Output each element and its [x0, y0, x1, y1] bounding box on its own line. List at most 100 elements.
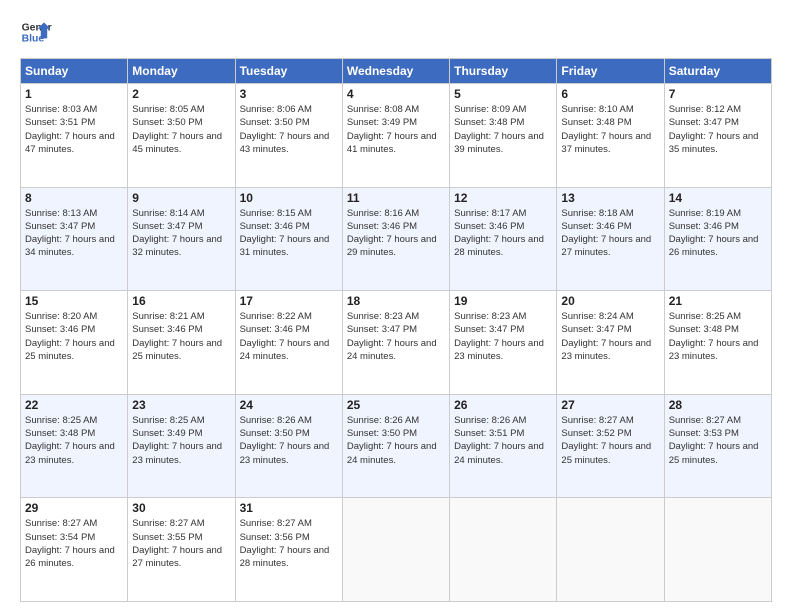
- day-header-sunday: Sunday: [21, 59, 128, 84]
- day-info: Sunrise: 8:08 AMSunset: 3:49 PMDaylight:…: [347, 104, 437, 155]
- calendar-cell: 9 Sunrise: 8:14 AMSunset: 3:47 PMDayligh…: [128, 187, 235, 291]
- day-info: Sunrise: 8:15 AMSunset: 3:46 PMDaylight:…: [240, 208, 330, 259]
- day-info: Sunrise: 8:27 AMSunset: 3:54 PMDaylight:…: [25, 518, 115, 569]
- day-number: 27: [561, 398, 659, 412]
- day-number: 29: [25, 501, 123, 515]
- day-number: 30: [132, 501, 230, 515]
- day-header-thursday: Thursday: [450, 59, 557, 84]
- calendar-cell: 18 Sunrise: 8:23 AMSunset: 3:47 PMDaylig…: [342, 291, 449, 395]
- day-info: Sunrise: 8:03 AMSunset: 3:51 PMDaylight:…: [25, 104, 115, 155]
- day-info: Sunrise: 8:25 AMSunset: 3:48 PMDaylight:…: [25, 415, 115, 466]
- day-number: 14: [669, 191, 767, 205]
- calendar-body: 1 Sunrise: 8:03 AMSunset: 3:51 PMDayligh…: [21, 84, 772, 602]
- week-row-4: 22 Sunrise: 8:25 AMSunset: 3:48 PMDaylig…: [21, 394, 772, 498]
- day-number: 7: [669, 87, 767, 101]
- calendar-cell: [342, 498, 449, 602]
- day-info: Sunrise: 8:26 AMSunset: 3:50 PMDaylight:…: [347, 415, 437, 466]
- day-info: Sunrise: 8:25 AMSunset: 3:48 PMDaylight:…: [669, 311, 759, 362]
- day-number: 24: [240, 398, 338, 412]
- day-info: Sunrise: 8:27 AMSunset: 3:52 PMDaylight:…: [561, 415, 651, 466]
- calendar-cell: 29 Sunrise: 8:27 AMSunset: 3:54 PMDaylig…: [21, 498, 128, 602]
- day-header-saturday: Saturday: [664, 59, 771, 84]
- day-info: Sunrise: 8:27 AMSunset: 3:53 PMDaylight:…: [669, 415, 759, 466]
- day-header-tuesday: Tuesday: [235, 59, 342, 84]
- day-info: Sunrise: 8:18 AMSunset: 3:46 PMDaylight:…: [561, 208, 651, 259]
- calendar-cell: 14 Sunrise: 8:19 AMSunset: 3:46 PMDaylig…: [664, 187, 771, 291]
- day-info: Sunrise: 8:17 AMSunset: 3:46 PMDaylight:…: [454, 208, 544, 259]
- logo-icon: General Blue: [20, 16, 52, 48]
- calendar-cell: 12 Sunrise: 8:17 AMSunset: 3:46 PMDaylig…: [450, 187, 557, 291]
- day-number: 17: [240, 294, 338, 308]
- calendar-cell: 25 Sunrise: 8:26 AMSunset: 3:50 PMDaylig…: [342, 394, 449, 498]
- calendar-cell: 24 Sunrise: 8:26 AMSunset: 3:50 PMDaylig…: [235, 394, 342, 498]
- day-header-monday: Monday: [128, 59, 235, 84]
- calendar-cell: 15 Sunrise: 8:20 AMSunset: 3:46 PMDaylig…: [21, 291, 128, 395]
- day-info: Sunrise: 8:16 AMSunset: 3:46 PMDaylight:…: [347, 208, 437, 259]
- day-info: Sunrise: 8:14 AMSunset: 3:47 PMDaylight:…: [132, 208, 222, 259]
- day-number: 26: [454, 398, 552, 412]
- calendar-cell: 16 Sunrise: 8:21 AMSunset: 3:46 PMDaylig…: [128, 291, 235, 395]
- day-number: 21: [669, 294, 767, 308]
- calendar-cell: 21 Sunrise: 8:25 AMSunset: 3:48 PMDaylig…: [664, 291, 771, 395]
- day-number: 3: [240, 87, 338, 101]
- day-header-wednesday: Wednesday: [342, 59, 449, 84]
- day-info: Sunrise: 8:10 AMSunset: 3:48 PMDaylight:…: [561, 104, 651, 155]
- day-info: Sunrise: 8:13 AMSunset: 3:47 PMDaylight:…: [25, 208, 115, 259]
- day-info: Sunrise: 8:22 AMSunset: 3:46 PMDaylight:…: [240, 311, 330, 362]
- day-number: 6: [561, 87, 659, 101]
- calendar-cell: [450, 498, 557, 602]
- day-info: Sunrise: 8:23 AMSunset: 3:47 PMDaylight:…: [347, 311, 437, 362]
- day-number: 22: [25, 398, 123, 412]
- week-row-5: 29 Sunrise: 8:27 AMSunset: 3:54 PMDaylig…: [21, 498, 772, 602]
- calendar-cell: 30 Sunrise: 8:27 AMSunset: 3:55 PMDaylig…: [128, 498, 235, 602]
- calendar-cell: 23 Sunrise: 8:25 AMSunset: 3:49 PMDaylig…: [128, 394, 235, 498]
- day-number: 8: [25, 191, 123, 205]
- calendar-cell: 31 Sunrise: 8:27 AMSunset: 3:56 PMDaylig…: [235, 498, 342, 602]
- calendar-cell: 10 Sunrise: 8:15 AMSunset: 3:46 PMDaylig…: [235, 187, 342, 291]
- day-number: 12: [454, 191, 552, 205]
- day-info: Sunrise: 8:23 AMSunset: 3:47 PMDaylight:…: [454, 311, 544, 362]
- week-row-3: 15 Sunrise: 8:20 AMSunset: 3:46 PMDaylig…: [21, 291, 772, 395]
- day-number: 31: [240, 501, 338, 515]
- calendar-cell: 1 Sunrise: 8:03 AMSunset: 3:51 PMDayligh…: [21, 84, 128, 188]
- calendar-cell: 27 Sunrise: 8:27 AMSunset: 3:52 PMDaylig…: [557, 394, 664, 498]
- day-number: 18: [347, 294, 445, 308]
- day-number: 16: [132, 294, 230, 308]
- day-info: Sunrise: 8:20 AMSunset: 3:46 PMDaylight:…: [25, 311, 115, 362]
- calendar-cell: 19 Sunrise: 8:23 AMSunset: 3:47 PMDaylig…: [450, 291, 557, 395]
- calendar-cell: 7 Sunrise: 8:12 AMSunset: 3:47 PMDayligh…: [664, 84, 771, 188]
- page-header: General Blue: [20, 16, 772, 48]
- day-info: Sunrise: 8:06 AMSunset: 3:50 PMDaylight:…: [240, 104, 330, 155]
- day-number: 25: [347, 398, 445, 412]
- day-number: 28: [669, 398, 767, 412]
- day-info: Sunrise: 8:26 AMSunset: 3:50 PMDaylight:…: [240, 415, 330, 466]
- day-number: 13: [561, 191, 659, 205]
- calendar-cell: 4 Sunrise: 8:08 AMSunset: 3:49 PMDayligh…: [342, 84, 449, 188]
- day-number: 20: [561, 294, 659, 308]
- calendar-cell: 20 Sunrise: 8:24 AMSunset: 3:47 PMDaylig…: [557, 291, 664, 395]
- calendar-table: SundayMondayTuesdayWednesdayThursdayFrid…: [20, 58, 772, 602]
- day-number: 2: [132, 87, 230, 101]
- calendar-cell: 26 Sunrise: 8:26 AMSunset: 3:51 PMDaylig…: [450, 394, 557, 498]
- calendar-cell: 2 Sunrise: 8:05 AMSunset: 3:50 PMDayligh…: [128, 84, 235, 188]
- day-info: Sunrise: 8:09 AMSunset: 3:48 PMDaylight:…: [454, 104, 544, 155]
- day-number: 4: [347, 87, 445, 101]
- calendar-cell: 17 Sunrise: 8:22 AMSunset: 3:46 PMDaylig…: [235, 291, 342, 395]
- week-row-1: 1 Sunrise: 8:03 AMSunset: 3:51 PMDayligh…: [21, 84, 772, 188]
- day-number: 10: [240, 191, 338, 205]
- day-info: Sunrise: 8:27 AMSunset: 3:55 PMDaylight:…: [132, 518, 222, 569]
- day-info: Sunrise: 8:26 AMSunset: 3:51 PMDaylight:…: [454, 415, 544, 466]
- calendar-cell: [557, 498, 664, 602]
- calendar-header-row: SundayMondayTuesdayWednesdayThursdayFrid…: [21, 59, 772, 84]
- day-number: 5: [454, 87, 552, 101]
- day-info: Sunrise: 8:05 AMSunset: 3:50 PMDaylight:…: [132, 104, 222, 155]
- calendar-cell: 5 Sunrise: 8:09 AMSunset: 3:48 PMDayligh…: [450, 84, 557, 188]
- calendar-cell: 6 Sunrise: 8:10 AMSunset: 3:48 PMDayligh…: [557, 84, 664, 188]
- calendar-cell: 13 Sunrise: 8:18 AMSunset: 3:46 PMDaylig…: [557, 187, 664, 291]
- calendar-page: General Blue SundayMondayTuesdayWednesda…: [0, 0, 792, 612]
- day-number: 9: [132, 191, 230, 205]
- day-number: 11: [347, 191, 445, 205]
- day-number: 1: [25, 87, 123, 101]
- day-info: Sunrise: 8:27 AMSunset: 3:56 PMDaylight:…: [240, 518, 330, 569]
- day-number: 19: [454, 294, 552, 308]
